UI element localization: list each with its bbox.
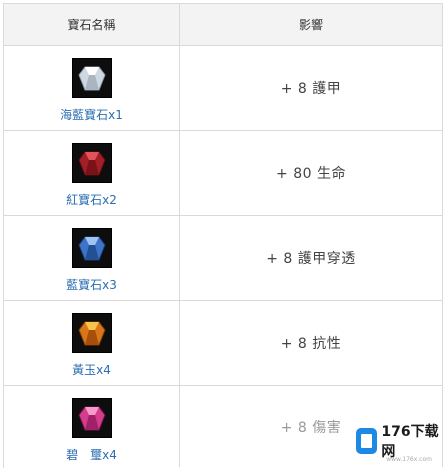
gem-name: 海藍寶石x1 <box>60 108 123 122</box>
gem-cell: 海藍寶石x1 <box>4 46 180 130</box>
aquamarine-gem-icon <box>71 58 112 98</box>
watermark-url: www.176x.com <box>386 456 432 463</box>
ruby-gem-icon <box>71 143 112 183</box>
gem-name: 黃玉x4 <box>72 363 111 377</box>
site-logo-icon <box>356 428 378 454</box>
gem-name: 藍寶石x3 <box>66 278 117 292</box>
gem-effect: + 8 護甲穿透 <box>180 216 443 300</box>
topaz-gem-icon <box>71 313 112 353</box>
sapphire-gem-icon <box>71 228 112 268</box>
tourmaline-gem-icon <box>71 398 112 438</box>
gem-cell: 黃玉x4 <box>4 301 180 385</box>
header-gem-name: 寶石名稱 <box>4 4 180 45</box>
table-row: 紅寶石x2 + 80 生命 <box>4 131 443 216</box>
gem-table: 寶石名稱 影響 海藍寶石x1 + 8 護甲 紅寶石x2 + 80 生命 藍寶石x… <box>3 3 443 468</box>
gem-cell: 藍寶石x3 <box>4 216 180 300</box>
gem-cell: 紅寶石x2 <box>4 131 180 215</box>
header-effect: 影響 <box>180 4 443 45</box>
table-row: 藍寶石x3 + 8 護甲穿透 <box>4 216 443 301</box>
table-row: 海藍寶石x1 + 8 護甲 <box>4 46 443 131</box>
table-row: 黃玉x4 + 8 抗性 <box>4 301 443 386</box>
table-header: 寶石名稱 影響 <box>4 4 443 46</box>
gem-name: 碧 璽x4 <box>66 448 117 462</box>
site-watermark: 176下载网 www.176x.com <box>356 421 440 463</box>
watermark-text: 176下载网 <box>381 424 439 460</box>
gem-effect: + 80 生命 <box>180 131 443 215</box>
gem-effect: + 8 抗性 <box>180 301 443 385</box>
gem-effect: + 8 護甲 <box>180 46 443 130</box>
gem-name: 紅寶石x2 <box>66 193 117 207</box>
gem-cell: 碧 璽x4 <box>4 386 180 467</box>
